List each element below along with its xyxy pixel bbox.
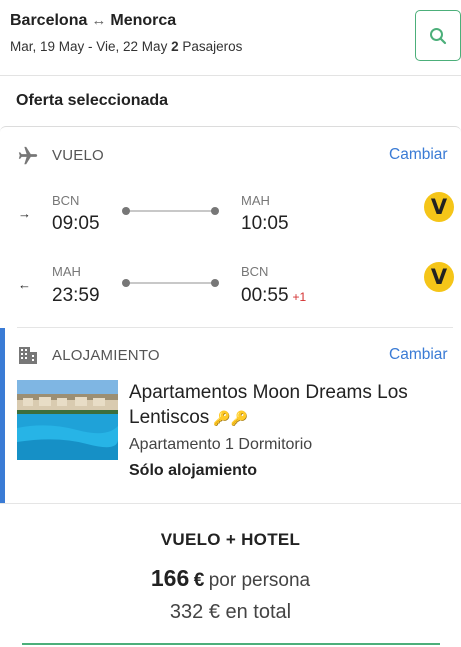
per-person-label: por persona bbox=[208, 570, 311, 591]
continue-button-edge[interactable] bbox=[22, 643, 440, 645]
return-arrival-time: 00:55 +1 bbox=[241, 285, 306, 307]
trip-dates: Mar, 19 May - Vie, 22 May 2 Pasajeros bbox=[10, 39, 242, 54]
route-title: Barcelona ↔ Menorca bbox=[10, 12, 176, 30]
total-price: 332 € en total bbox=[0, 601, 461, 624]
page-title: Oferta seleccionada bbox=[16, 92, 169, 109]
return-departure-time: 23:59 bbox=[52, 285, 100, 306]
package-title: VUELO + HOTEL bbox=[160, 530, 301, 549]
origin-city: Barcelona bbox=[10, 12, 88, 29]
passenger-label: Pasajeros bbox=[182, 39, 243, 54]
total-currency: € bbox=[208, 601, 220, 623]
selected-accent-bar bbox=[0, 328, 5, 503]
section-divider bbox=[17, 327, 453, 328]
search-summary-bar: Barcelona ↔ Menorca Mar, 19 May - Vie, 22 … bbox=[0, 0, 461, 76]
search-icon bbox=[430, 27, 447, 44]
outbound-arrival-value: 10:05 bbox=[241, 213, 289, 234]
airplane-icon bbox=[18, 146, 38, 165]
search-button[interactable] bbox=[415, 10, 461, 61]
board-type: Sólo alojamiento bbox=[129, 462, 258, 479]
outbound-departure-time: 09:05 bbox=[52, 213, 100, 234]
return-dot-start bbox=[122, 279, 130, 287]
flight-section-label: VUELO bbox=[52, 147, 104, 164]
date-range: Mar, 19 May - Vie, 22 May bbox=[10, 39, 168, 54]
total-price-value: 332 bbox=[169, 601, 204, 623]
outbound-origin-code: BCN bbox=[52, 193, 80, 208]
passenger-count: 2 bbox=[171, 39, 179, 54]
airline-logo-icon: V bbox=[424, 262, 454, 292]
room-type: Apartamento 1 Dormitorio bbox=[129, 436, 313, 453]
building-icon bbox=[19, 347, 37, 364]
airline-logo-icon: V bbox=[424, 192, 454, 222]
outbound-arrival-time: 10:05 bbox=[241, 213, 293, 235]
return-duration-line bbox=[126, 282, 216, 284]
outbound-arrow-icon: → bbox=[18, 206, 31, 221]
destination-city: Menorca bbox=[110, 12, 177, 29]
hotel-name-text: Apartamentos Moon Dreams Los Lentiscos bbox=[129, 382, 408, 428]
accommodation-section-label: ALOJAMIENTO bbox=[52, 347, 160, 364]
keys-rating-icon: 🔑🔑 bbox=[213, 410, 249, 426]
hotel-photo[interactable] bbox=[17, 380, 118, 460]
price-currency: € bbox=[193, 570, 205, 591]
outbound-dot-end bbox=[211, 207, 219, 215]
outbound-duration-line bbox=[126, 210, 216, 212]
change-accommodation-link[interactable]: Cambiar bbox=[389, 346, 448, 364]
change-flight-link[interactable]: Cambiar bbox=[389, 146, 448, 164]
return-destination-code: BCN bbox=[241, 264, 269, 279]
price-per-person-value: 166 bbox=[150, 565, 190, 591]
return-day-offset: +1 bbox=[292, 290, 307, 304]
outbound-destination-code: MAH bbox=[241, 193, 270, 208]
return-dot-end bbox=[211, 279, 219, 287]
section-divider bbox=[0, 503, 461, 504]
return-arrow-icon: ← bbox=[18, 277, 31, 292]
price-per-person: 166 € por persona bbox=[0, 565, 461, 592]
round-trip-icon: ↔ bbox=[91, 12, 107, 29]
return-origin-code: MAH bbox=[52, 264, 81, 279]
total-label: en total bbox=[225, 601, 292, 623]
hotel-name[interactable]: Apartamentos Moon Dreams Los Lentiscos 🔑🔑 bbox=[129, 380, 449, 431]
outbound-dot-start bbox=[122, 207, 130, 215]
return-arrival-value: 00:55 bbox=[241, 285, 289, 306]
